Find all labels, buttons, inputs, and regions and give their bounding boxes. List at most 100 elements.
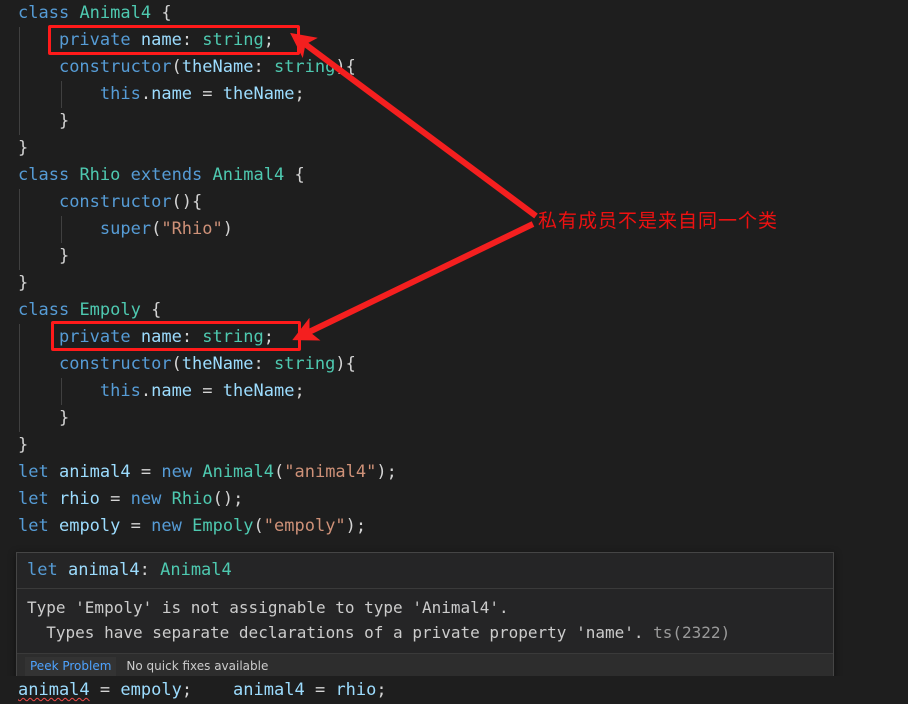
code-token: );: [376, 462, 397, 482]
hover-signature-line: let animal4: Animal4: [17, 553, 833, 589]
code-token: class: [18, 300, 70, 320]
code-token: =: [202, 381, 213, 401]
peek-problem-link[interactable]: Peek Problem: [25, 657, 117, 676]
code-token: name: [151, 381, 193, 401]
code-token: string: [273, 57, 336, 77]
code-token: ){: [335, 354, 356, 374]
code-token: ;: [263, 30, 274, 50]
no-quick-fixes-label: No quick fixes available: [126, 659, 269, 673]
code-line[interactable]: }: [0, 108, 69, 135]
code-line[interactable]: }: [0, 135, 28, 162]
code-line[interactable]: }: [0, 432, 28, 459]
code-token: (){: [171, 192, 203, 212]
code-line[interactable]: constructor(theName: string){: [0, 351, 356, 378]
code-line[interactable]: this.name = theName;: [0, 378, 305, 405]
annotation-label-chinese: 私有成员不是来自同一个类: [538, 210, 779, 232]
code-line[interactable]: constructor(){: [0, 189, 202, 216]
bottom-code-line[interactable]: animal4 = empoly; animal4 = rhio;: [0, 676, 908, 704]
code-line[interactable]: private name: string;: [0, 324, 274, 351]
code-token: Animal4: [79, 3, 152, 23]
code-token: name: [140, 30, 182, 50]
code-token: :: [253, 354, 274, 374]
code-token: theName: [181, 57, 254, 77]
code-token: ;: [294, 381, 305, 401]
code-token: (: [151, 219, 162, 239]
code-line[interactable]: }: [0, 243, 69, 270]
code-token: constructor: [58, 354, 172, 374]
code-token: "empoly": [263, 516, 346, 536]
code-token: this: [99, 84, 141, 104]
code-token: =: [110, 489, 121, 509]
code-line[interactable]: let animal4 = new Animal4("animal4");: [0, 459, 397, 486]
code-token: Rhio: [79, 165, 121, 185]
code-token: }: [18, 138, 29, 158]
hover-tooltip-widget[interactable]: let animal4: Animal4 Type 'Empoly' is no…: [16, 552, 834, 681]
code-token: Animal4: [160, 560, 232, 580]
code-token: }: [18, 246, 70, 266]
code-line[interactable]: private name: string;: [0, 27, 274, 54]
error-message-line-1: Type 'Empoly' is not assignable to type …: [27, 598, 509, 617]
code-token: name: [140, 327, 182, 347]
code-token: animal4: [67, 560, 140, 580]
code-token: :: [181, 30, 203, 50]
code-token: theName: [222, 381, 295, 401]
code-token: ();: [212, 489, 244, 509]
code-line[interactable]: let empoly = new Empoly("empoly");: [0, 513, 366, 540]
code-token: empoly: [120, 680, 182, 700]
code-token: empoly: [58, 516, 121, 536]
code-token: "Rhio": [161, 219, 223, 239]
code-token: {: [294, 165, 305, 185]
code-token: .: [140, 381, 152, 401]
code-token: Rhio: [171, 489, 213, 509]
code-token: ;: [294, 84, 305, 104]
code-line[interactable]: let rhio = new Rhio();: [0, 486, 243, 513]
code-token: =: [99, 680, 111, 700]
code-token: {: [161, 3, 172, 23]
code-token: let: [27, 560, 58, 580]
code-token: );: [345, 516, 367, 536]
code-token: name: [151, 84, 193, 104]
code-token: class: [18, 165, 70, 185]
code-token: private: [58, 327, 131, 347]
code-token: theName: [181, 354, 254, 374]
code-line[interactable]: class Animal4 {: [0, 0, 172, 27]
code-token: super: [99, 219, 152, 239]
code-line[interactable]: }: [0, 405, 69, 432]
code-token: this: [99, 381, 141, 401]
code-line[interactable]: class Rhio extends Animal4 {: [0, 162, 305, 189]
code-line[interactable]: class Empoly {: [0, 297, 161, 324]
error-code: ts(2322): [643, 623, 731, 642]
code-token: string: [202, 327, 264, 347]
code-line[interactable]: constructor(theName: string){: [0, 54, 356, 81]
code-line[interactable]: }: [0, 270, 28, 297]
code-token: new: [130, 489, 162, 509]
code-token: constructor: [58, 192, 172, 212]
hover-error-message: Type 'Empoly' is not assignable to type …: [17, 589, 833, 653]
code-token: constructor: [58, 57, 172, 77]
code-line[interactable]: super("Rhio"): [0, 216, 233, 243]
code-token: new: [151, 516, 182, 536]
code-token: Animal4: [202, 462, 274, 482]
code-line[interactable]: this.name = theName;: [0, 81, 305, 108]
